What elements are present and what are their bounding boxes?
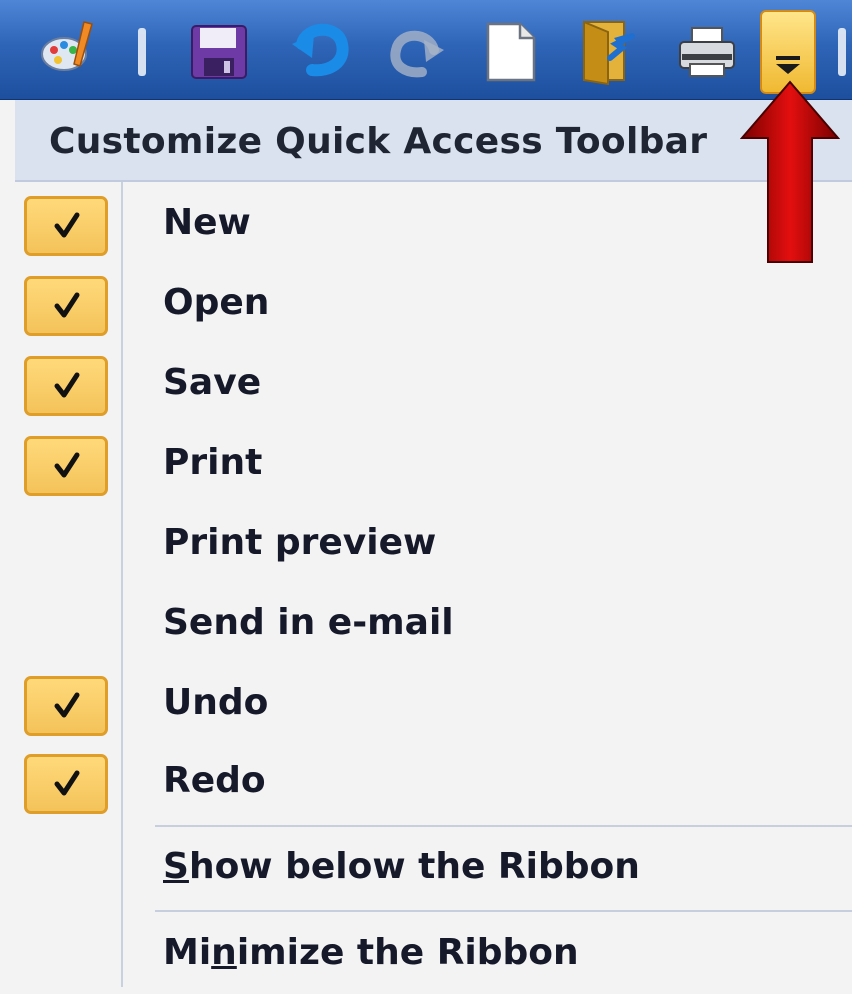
undo-icon[interactable] <box>290 14 352 86</box>
menu-item-label: Send in e-mail <box>163 602 454 643</box>
menu-item-label: Print preview <box>163 522 437 563</box>
menu-item-label: Print <box>163 442 263 483</box>
menu-divider <box>155 910 852 912</box>
menu-item-label: New <box>163 202 251 243</box>
open-folder-icon[interactable] <box>580 14 642 86</box>
paint-icon[interactable] <box>40 14 102 86</box>
menu-item-label: Minimize the Ribbon <box>163 932 579 973</box>
customize-quick-access-toolbar-menu: Customize Quick Access Toolbar New Open … <box>15 100 852 987</box>
redo-icon[interactable] <box>384 14 446 86</box>
red-arrow-annotation <box>740 80 840 263</box>
menu-item-send-in-email[interactable]: Send in e-mail <box>15 588 852 664</box>
access-key: n <box>211 932 237 973</box>
menu-item-save[interactable]: Save <box>15 348 852 424</box>
menu-divider <box>155 825 852 827</box>
checkmark-icon <box>24 754 108 814</box>
checkmark-icon <box>24 196 108 256</box>
checkmark-icon <box>24 276 108 336</box>
menu-item-print-preview[interactable]: Print preview <box>15 508 852 584</box>
checkmark-icon <box>24 676 108 736</box>
save-icon[interactable] <box>188 14 250 86</box>
menu-item-new[interactable]: New <box>15 188 852 264</box>
menu-item-undo[interactable]: Undo <box>15 668 852 744</box>
checkmark-icon <box>24 356 108 416</box>
menu-item-show-below-ribbon[interactable]: Show below the Ribbon <box>15 832 852 908</box>
quick-access-toolbar <box>0 0 852 100</box>
menu-item-open[interactable]: Open <box>15 268 852 344</box>
print-icon[interactable] <box>676 14 738 86</box>
menu-item-redo[interactable]: Redo <box>15 746 852 822</box>
toolbar-separator <box>838 28 846 76</box>
menu-item-print[interactable]: Print <box>15 428 852 504</box>
menu-title: Customize Quick Access Toolbar <box>49 121 708 162</box>
menu-item-label: Save <box>163 362 262 403</box>
new-document-icon[interactable] <box>480 14 542 86</box>
menu-item-minimize-ribbon[interactable]: Minimize the Ribbon <box>15 918 852 994</box>
access-key: S <box>163 846 189 887</box>
menu-item-label: Undo <box>163 682 269 723</box>
menu-item-label: Open <box>163 282 270 323</box>
toolbar-separator <box>138 28 146 76</box>
checkmark-icon <box>24 436 108 496</box>
menu-header: Customize Quick Access Toolbar <box>15 100 852 182</box>
menu-item-label: Redo <box>163 760 266 801</box>
menu-item-label: Show below the Ribbon <box>163 846 640 887</box>
